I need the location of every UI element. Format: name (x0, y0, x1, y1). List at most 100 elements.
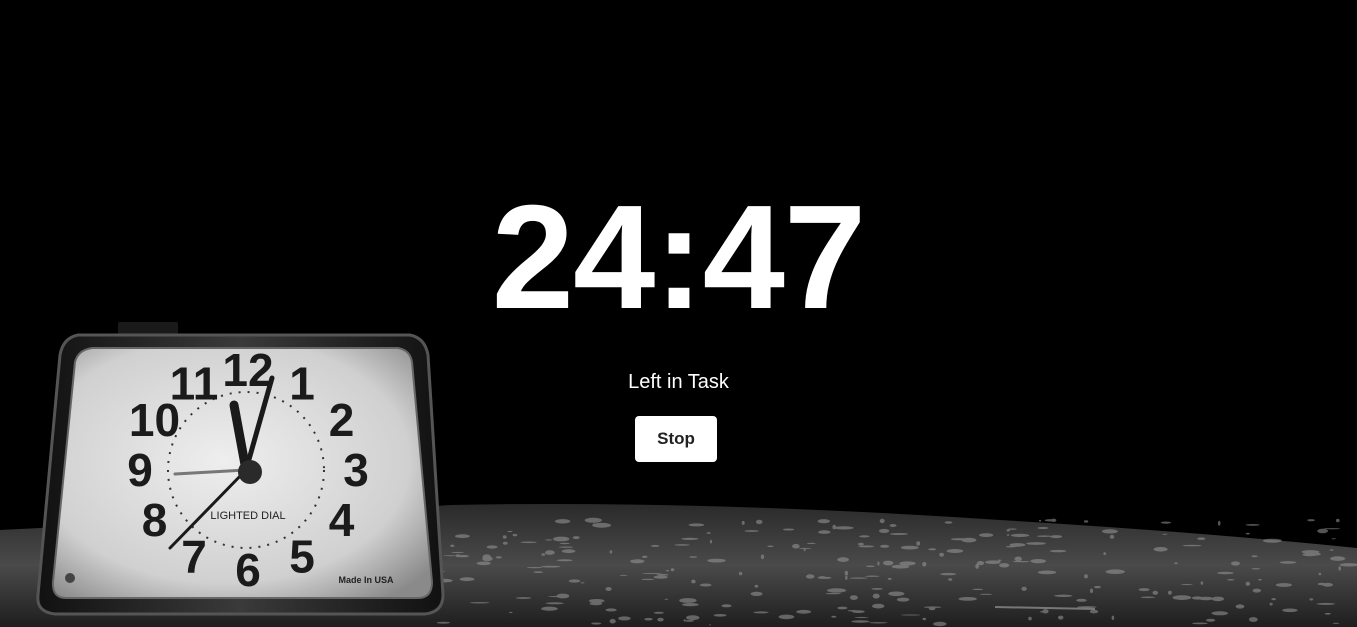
table-speck (928, 606, 936, 611)
table-speck (872, 603, 885, 609)
table-speck (1227, 579, 1235, 581)
table-speck (782, 528, 795, 531)
table-speck (605, 587, 612, 591)
table-speck (877, 561, 880, 566)
table-speck (796, 609, 812, 614)
table-speck (753, 611, 769, 614)
table-speck (1054, 594, 1073, 597)
table-speck (1331, 538, 1336, 540)
table-speck (502, 535, 507, 539)
table-speck (580, 582, 585, 584)
clock-numeral: 3 (343, 444, 369, 496)
table-speck (832, 524, 837, 530)
table-speck (1198, 596, 1214, 601)
table-speck (469, 602, 490, 604)
table-speck (1168, 590, 1172, 595)
table-speck (1275, 583, 1292, 587)
table-speck (778, 614, 795, 620)
table-speck (1245, 581, 1251, 586)
clock-numeral: 9 (127, 444, 153, 496)
table-speck (1012, 560, 1030, 563)
alarm-clock: 12 1234567891011 LIGHTED DIAL Made In USA (36, 322, 445, 616)
table-speck (1103, 552, 1106, 556)
table-speck (948, 578, 953, 581)
table-speck (568, 579, 581, 583)
table-speck (1335, 518, 1340, 523)
table-speck (653, 611, 664, 614)
table-speck (854, 616, 869, 619)
table-speck (559, 542, 570, 545)
table-speck (760, 554, 765, 560)
table-speck (888, 591, 905, 597)
table-speck (682, 603, 699, 607)
table-speck (1258, 578, 1262, 581)
table-speck (1231, 561, 1240, 566)
table-speck (436, 621, 450, 624)
table-speck (837, 557, 849, 562)
table-speck (1332, 622, 1340, 624)
table-speck (520, 541, 537, 544)
table-speck (605, 608, 617, 612)
table-speck (1028, 616, 1032, 621)
table-speck (509, 611, 513, 614)
table-speck (1235, 604, 1245, 609)
table-speck (999, 563, 1010, 568)
table-speck (1006, 534, 1010, 536)
table-speck (939, 552, 944, 557)
table-speck (979, 593, 993, 595)
table-speck (887, 577, 892, 580)
table-speck (1181, 583, 1193, 586)
table-speck (554, 519, 571, 524)
table-speck (707, 558, 726, 563)
table-speck (708, 624, 712, 626)
table-speck (709, 539, 713, 544)
table-speck (985, 560, 1001, 564)
table-speck (1101, 529, 1118, 534)
table-speck (916, 541, 921, 546)
table-speck (1037, 527, 1049, 529)
table-speck (609, 550, 613, 554)
table-speck (859, 535, 870, 538)
table-speck (865, 565, 875, 568)
table-speck (681, 537, 699, 541)
table-speck (900, 545, 919, 550)
dial-brand-text: LIGHTED DIAL (210, 510, 285, 522)
table-speck (1316, 602, 1336, 605)
stop-button[interactable]: Stop (635, 416, 717, 462)
table-speck (664, 598, 669, 600)
table-speck (642, 573, 662, 574)
table-speck (1010, 533, 1030, 538)
table-speck (1140, 596, 1156, 599)
table-speck (1105, 569, 1125, 574)
table-speck (857, 542, 864, 546)
table-speck (553, 536, 570, 542)
table-speck (1009, 543, 1026, 547)
table-speck (1282, 608, 1298, 613)
table-speck (849, 577, 868, 579)
table-speck (890, 533, 908, 535)
table-speck (1037, 570, 1057, 575)
table-speck (507, 530, 513, 533)
table-speck (972, 588, 984, 591)
table-speck (541, 606, 558, 611)
table-speck (1094, 585, 1101, 589)
table-speck (837, 606, 848, 610)
table-speck (940, 572, 957, 576)
clock-numeral: 4 (329, 494, 355, 546)
table-speck (1044, 519, 1056, 522)
table-speck (1182, 544, 1202, 547)
table-speck (1026, 542, 1046, 545)
table-speck (674, 544, 690, 546)
table-speck (754, 584, 759, 588)
table-speck (656, 573, 669, 576)
timer-status-label: Left in Task (628, 371, 729, 393)
table-speck (455, 534, 470, 539)
table-speck (975, 563, 979, 569)
table-speck (1058, 615, 1064, 620)
table-speck (1174, 562, 1178, 565)
clock-numeral: 5 (289, 531, 315, 583)
table-speck (1111, 615, 1115, 620)
table-speck (872, 593, 880, 599)
table-speck (450, 544, 455, 547)
table-speck (541, 553, 546, 556)
